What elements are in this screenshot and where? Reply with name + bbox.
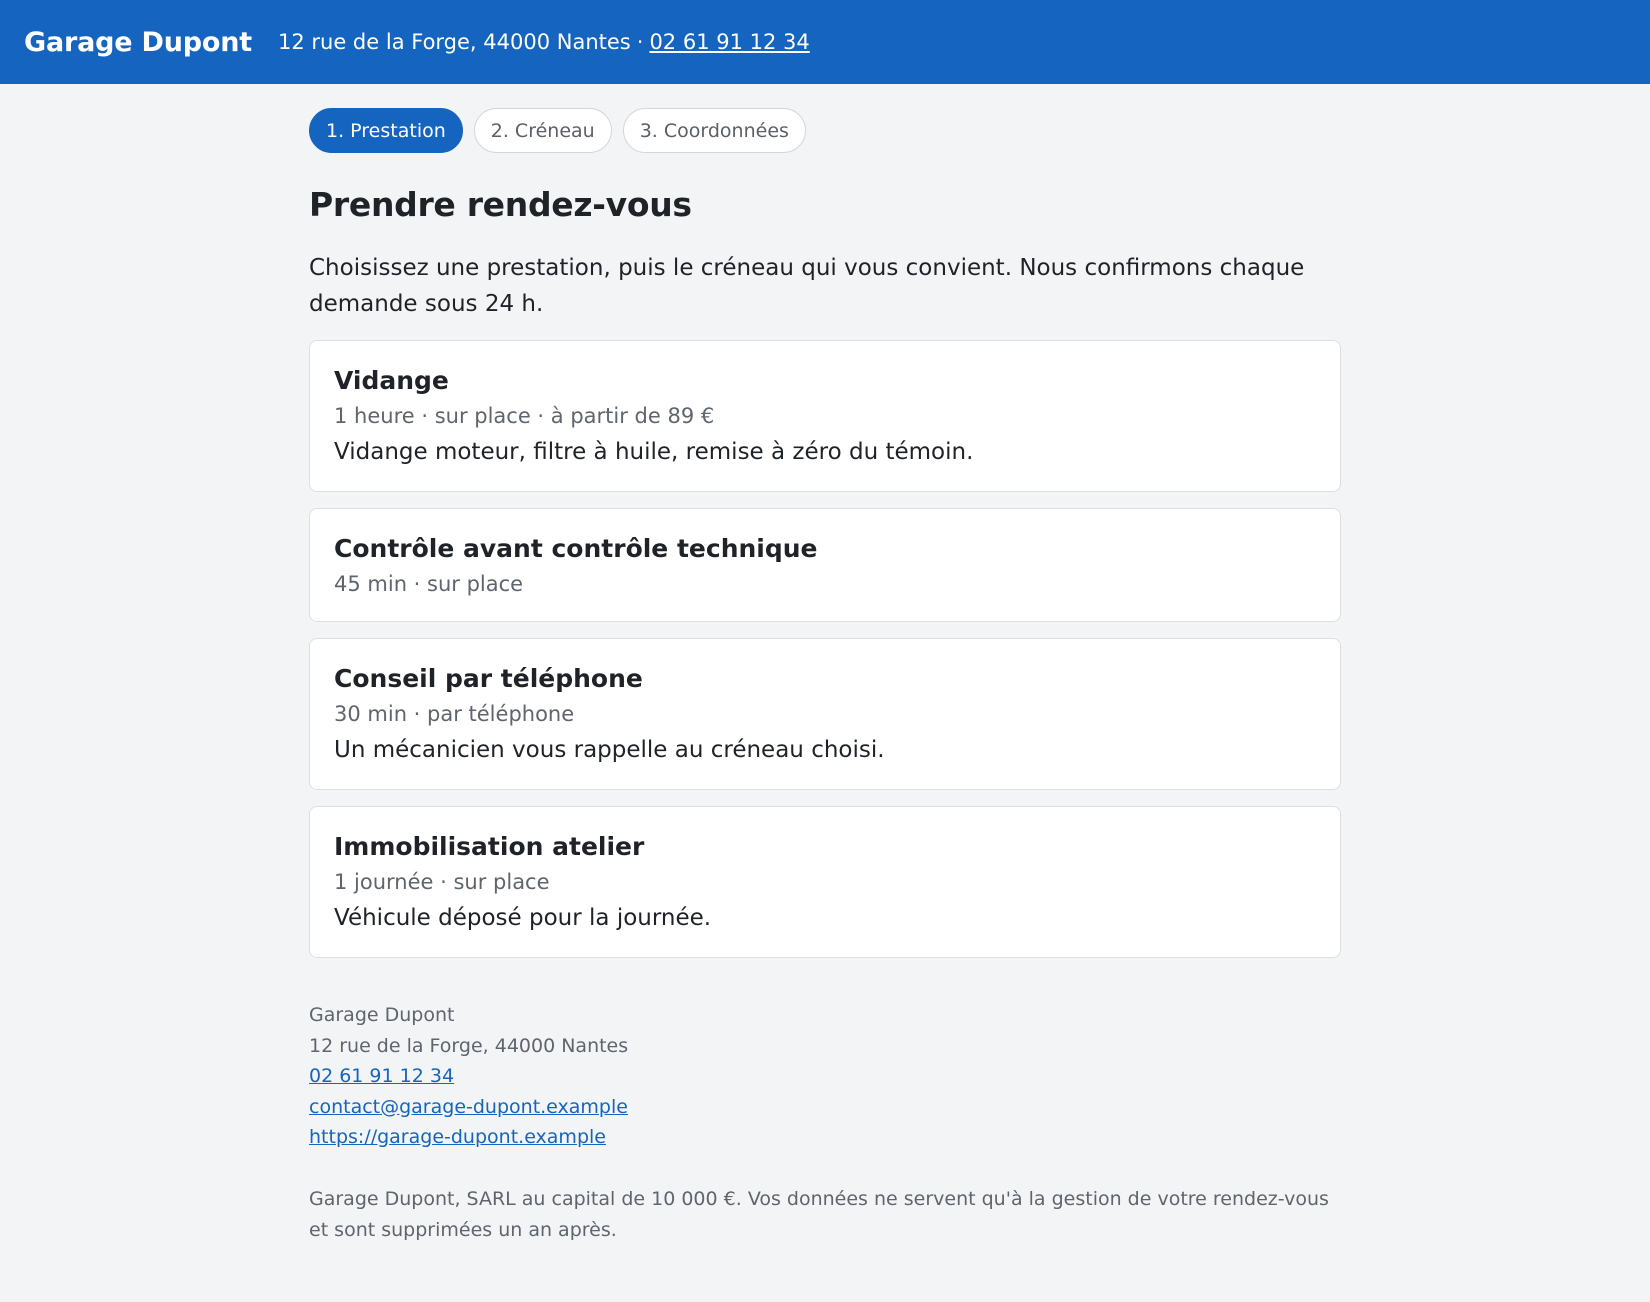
header-separator: ·	[636, 30, 644, 54]
service-meta: 45 min · sur place	[334, 572, 524, 596]
intro-text: Choisissez une prestation, puis le créne…	[309, 255, 1305, 317]
footer-website-link[interactable]: https://garage-dupont.example	[309, 1126, 606, 1148]
step-prestation[interactable]: 1. Prestation	[309, 108, 463, 153]
service-card-vidange[interactable]: Vidange 1 heure · sur place · à partir d…	[309, 340, 1341, 492]
footer-phone-link[interactable]: 02 61 91 12 34	[309, 1065, 454, 1087]
service-title: Conseil par téléphone	[334, 664, 643, 693]
service-meta: 1 journée · sur place	[334, 870, 550, 894]
service-description: Véhicule déposé pour la journée.	[334, 905, 712, 931]
header-address: 12 rue de la Forge, 44000 Nantes	[278, 30, 631, 54]
service-title: Contrôle avant contrôle technique	[334, 534, 818, 563]
main-content: 1. Prestation 2. Créneau 3. Coordonnées …	[309, 108, 1341, 974]
service-description: Un mécanicien vous rappelle au créneau c…	[334, 737, 885, 763]
header-phone-link[interactable]: 02 61 91 12 34	[649, 30, 809, 54]
footer-address: 12 rue de la Forge, 44000 Nantes	[309, 1034, 629, 1057]
service-meta: 30 min · par téléphone	[334, 702, 575, 726]
service-title: Immobilisation atelier	[334, 832, 645, 861]
service-title: Vidange	[334, 366, 449, 395]
service-card-controle[interactable]: Contrôle avant contrôle technique 45 min…	[309, 508, 1341, 622]
booking-steps: 1. Prestation 2. Créneau 3. Coordonnées	[309, 108, 1341, 153]
footer-name: Garage Dupont	[309, 1004, 455, 1026]
page-title: Prendre rendez-vous	[309, 185, 692, 224]
brand-name[interactable]: Garage Dupont	[24, 27, 252, 58]
footer-legal-text: Garage Dupont, SARL au capital de 10 000…	[309, 1187, 1329, 1241]
service-list: Vidange 1 heure · sur place · à partir d…	[309, 340, 1341, 958]
service-card-conseil[interactable]: Conseil par téléphone 30 min · par télép…	[309, 638, 1341, 790]
page-footer: Garage Dupont 12 rue de la Forge, 44000 …	[309, 1000, 1341, 1246]
service-card-immobilisation[interactable]: Immobilisation atelier 1 journée · sur p…	[309, 806, 1341, 958]
step-coordonnees[interactable]: 3. Coordonnées	[622, 108, 806, 153]
footer-email-link[interactable]: contact@garage-dupont.example	[309, 1096, 628, 1118]
step-creneau[interactable]: 2. Créneau	[473, 108, 612, 153]
service-meta: 1 heure · sur place · à partir de 89 €	[334, 404, 715, 428]
top-bar: Garage Dupont 12 rue de la Forge, 44000 …	[0, 0, 1650, 84]
service-description: Vidange moteur, filtre à huile, remise à…	[334, 439, 974, 465]
